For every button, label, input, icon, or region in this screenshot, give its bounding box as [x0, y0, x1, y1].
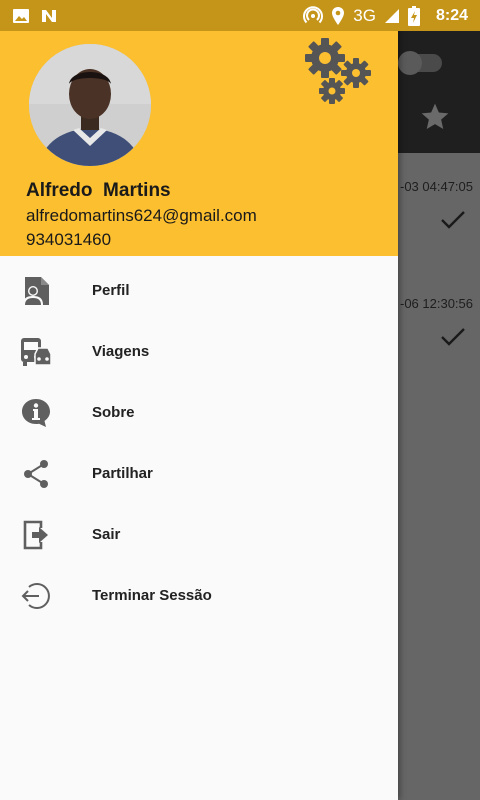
share-icon: [18, 456, 54, 492]
check-icon: [440, 326, 466, 351]
status-time: 8:24: [435, 6, 468, 24]
toggle-knob: [398, 51, 422, 75]
background-toolbar: [398, 31, 480, 153]
menu-label: Viagens: [92, 343, 150, 360]
toggle-switch[interactable]: [398, 51, 442, 75]
menu-label: Sair: [92, 526, 121, 543]
menu-item-perfil[interactable]: Perfil: [0, 260, 398, 321]
menu-item-sobre[interactable]: Sobre: [0, 382, 398, 443]
menu-label: Terminar Sessão: [92, 587, 212, 604]
menu-item-sair[interactable]: Sair: [0, 504, 398, 565]
navigation-drawer: Alfredo Martins alfredomartins624@gmail.…: [0, 0, 398, 800]
settings-gears-icon[interactable]: [300, 36, 378, 111]
info-bubble-icon: [18, 395, 54, 431]
drawer-header: Alfredo Martins alfredomartins624@gmail.…: [0, 0, 398, 256]
star-icon[interactable]: [418, 101, 452, 138]
menu-label: Perfil: [92, 282, 130, 299]
user-phone: 934031460: [26, 230, 112, 249]
bus-car-icon: [18, 334, 54, 370]
signal-icon: [384, 8, 400, 24]
image-icon: [12, 8, 30, 24]
n-logo-icon: [40, 8, 58, 24]
hotspot-icon: [303, 5, 324, 26]
logout-icon: [18, 578, 54, 614]
user-email: alfredomartins624@gmail.com: [26, 206, 257, 225]
menu-label: Sobre: [92, 404, 135, 421]
user-name: Alfredo Martins: [26, 180, 171, 201]
menu-label: Partilhar: [92, 465, 153, 482]
check-icon: [440, 209, 466, 234]
battery-charging-icon: [407, 5, 420, 26]
menu-item-partilhar[interactable]: Partilhar: [0, 443, 398, 504]
location-icon: [331, 6, 345, 26]
menu-item-terminar-sessao[interactable]: Terminar Sessão: [0, 565, 398, 626]
background-app: -03 04:47:05 -06 12:30:56: [398, 31, 480, 800]
avatar[interactable]: [29, 44, 151, 166]
status-bar: 3G 8:24: [0, 0, 480, 31]
menu-item-viagens[interactable]: Viagens: [0, 321, 398, 382]
profile-document-icon: [18, 273, 54, 309]
trip-date: -03 04:47:05: [400, 179, 474, 194]
trip-date: -06 12:30:56: [400, 296, 474, 311]
network-type: 3G: [353, 5, 376, 25]
exit-icon: [18, 517, 54, 553]
drawer-menu: Perfil Viagens Sobre Partilhar Sair Term…: [0, 260, 398, 626]
